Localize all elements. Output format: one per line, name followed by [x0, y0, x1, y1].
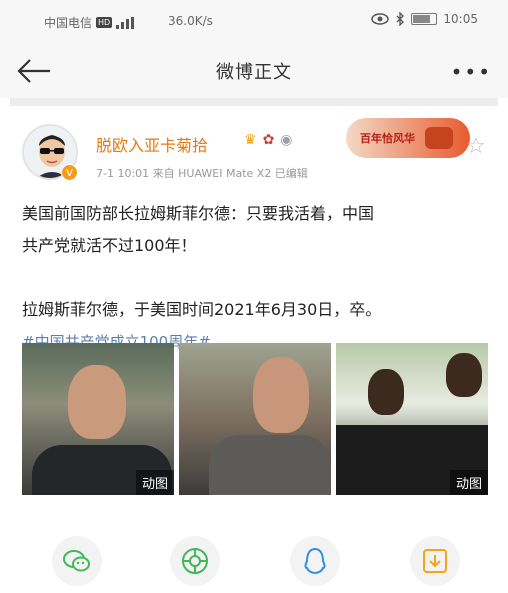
gif-badge: 动图: [449, 470, 488, 495]
promo-label: 百年恰风华: [360, 132, 415, 145]
network-speed: 36.0K/s: [168, 14, 213, 28]
more-options-icon[interactable]: •••: [451, 60, 492, 84]
bluetooth-icon: [396, 12, 405, 26]
carrier-name: 中国电信: [44, 16, 93, 30]
clock: 10:05: [443, 12, 478, 26]
wechat-icon[interactable]: [52, 536, 102, 586]
image-figure: [68, 365, 126, 439]
save-image-icon[interactable]: [410, 536, 460, 586]
gif-badge: 动图: [135, 470, 174, 495]
post-image[interactable]: 动图: [22, 343, 174, 495]
promo-graphic: [425, 127, 453, 149]
medal-badge-icon: ◉: [280, 132, 293, 148]
qq-icon[interactable]: [290, 536, 340, 586]
signal-icon: [116, 16, 135, 29]
image-figure: [209, 435, 331, 495]
post-content: 美国前国防部长拉姆斯菲尔德：只要我活着，中国 共产党就活不过100年！ 拉姆斯菲…: [22, 198, 492, 358]
username[interactable]: 脱欧入亚卡菊拾: [96, 132, 208, 156]
post-header: V 脱欧入亚卡菊拾 ♛ ✿ ◉ 7-1 10:01 来自 HUAWEI Mate…: [0, 112, 508, 192]
carrier-group: 中国电信 HD: [44, 14, 135, 31]
image-figure: [446, 353, 482, 397]
status-right: 10:05: [371, 12, 478, 26]
page-title: 微博正文: [216, 62, 292, 83]
party-badge-icon: ✿: [262, 132, 275, 148]
status-bar: 中国电信 HD 36.0K/s 10:05: [0, 0, 508, 44]
hd-badge: HD: [96, 17, 113, 28]
battery-icon: [411, 13, 438, 25]
post-line: 美国前国防部长拉姆斯菲尔德：只要我活着，中国: [22, 204, 375, 223]
image-grid: 动图 动图: [22, 343, 490, 495]
post-image[interactable]: [179, 343, 331, 495]
post-line: 拉姆斯菲尔德，于美国时间2021年6月30日，卒。: [22, 300, 382, 319]
eye-icon: [371, 13, 390, 25]
promo-banner[interactable]: 百年恰风华: [346, 118, 470, 158]
image-figure: [368, 369, 404, 415]
favorite-star-icon[interactable]: ☆: [466, 134, 486, 159]
nav-bar: 微博正文 •••: [0, 44, 508, 98]
image-figure: [253, 357, 309, 433]
verified-badge-icon: V: [61, 164, 78, 181]
divider: [10, 98, 498, 106]
share-bar: [0, 530, 508, 593]
crown-badge-icon: ♛: [244, 132, 257, 148]
user-badges: ♛ ✿ ◉: [244, 132, 293, 148]
post-line: 共产党就活不过100年！: [22, 236, 197, 255]
moments-icon[interactable]: [170, 536, 220, 586]
post-meta: 7-1 10:01 来自 HUAWEI Mate X2 已编辑: [96, 167, 308, 180]
post-image[interactable]: 动图: [336, 343, 488, 495]
